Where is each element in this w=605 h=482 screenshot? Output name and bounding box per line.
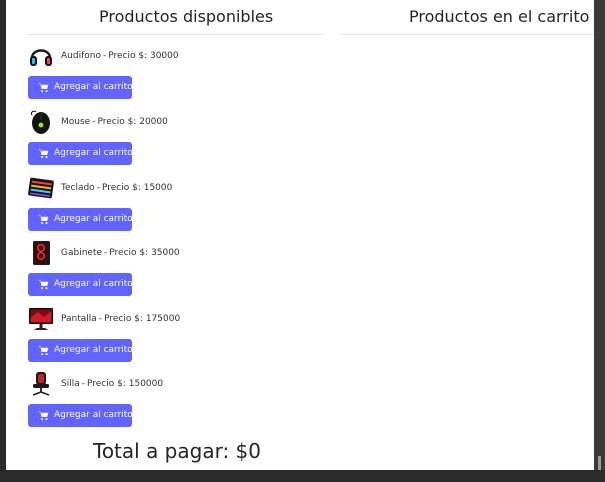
cart-icon bbox=[38, 214, 49, 225]
add-to-cart-label: Agregar al carrito bbox=[54, 279, 133, 289]
add-to-cart-label: Agregar al carrito bbox=[54, 345, 133, 355]
product-label: Mouse - Precio $: 20000 bbox=[61, 117, 168, 127]
add-to-cart-button[interactable]: Agregar al carrito bbox=[28, 404, 133, 427]
product-item: Pantalla - Precio $: 175000 Agregar al car… bbox=[28, 306, 328, 366]
price-prefix: Precio $: bbox=[86, 379, 126, 389]
product-label: Audifono - Precio $: 30000 bbox=[61, 51, 179, 61]
product-item: Gabinete - Precio $: 35000 Agregar al carr… bbox=[28, 240, 328, 300]
add-to-cart-label: Agregar al carrito bbox=[54, 148, 133, 158]
monitor-icon bbox=[29, 308, 53, 330]
product-label: Silla - Precio $: 150000 bbox=[61, 379, 164, 389]
page: Productos disponibles Productos en el ca… bbox=[6, 0, 594, 470]
add-to-cart-button[interactable]: Agregar al carrito bbox=[28, 208, 133, 231]
product-name: Pantalla bbox=[61, 314, 97, 324]
scrollbar-thumb[interactable] bbox=[598, 456, 601, 470]
product-price: 20000 bbox=[139, 117, 168, 127]
add-to-cart-button[interactable]: Agregar al carrito bbox=[28, 339, 133, 362]
product-price: 175000 bbox=[145, 314, 181, 324]
add-to-cart-label: Agregar al carrito bbox=[54, 82, 133, 92]
product-price: 35000 bbox=[151, 248, 180, 258]
product-label: Teclado - Precio $: 15000 bbox=[61, 183, 173, 193]
product-name: Mouse bbox=[61, 117, 91, 127]
product-price: 150000 bbox=[128, 379, 164, 389]
cart-icon bbox=[38, 148, 49, 159]
keyboard-icon bbox=[28, 177, 54, 199]
cart-icon bbox=[38, 410, 49, 421]
add-to-cart-button[interactable]: Agregar al carrito bbox=[28, 273, 133, 296]
product-item: Audifono - Precio $: 30000 Agregar al carr… bbox=[28, 43, 328, 103]
mouse-icon bbox=[31, 110, 50, 134]
headphones-icon bbox=[30, 49, 52, 66]
divider bbox=[341, 34, 594, 35]
window-frame bbox=[0, 470, 605, 482]
add-to-cart-label: Agregar al carrito bbox=[54, 410, 133, 420]
available-products-title: Productos disponibles bbox=[99, 7, 274, 26]
total-label: Total a pagar: $0 bbox=[93, 439, 261, 463]
product-name: Audifono bbox=[61, 51, 101, 61]
price-prefix: Precio $: bbox=[97, 117, 137, 127]
price-prefix: Precio $: bbox=[104, 314, 143, 324]
add-to-cart-button[interactable]: Agregar al carrito bbox=[28, 76, 133, 99]
gaming-chair-icon bbox=[32, 372, 50, 396]
pc-case-icon bbox=[33, 241, 50, 265]
product-price: 30000 bbox=[149, 51, 179, 61]
product-item: Teclado - Precio $: 15000 Agregar al carri… bbox=[28, 175, 328, 235]
product-price: 15000 bbox=[143, 183, 173, 193]
product-item: Mouse - Precio $: 20000 Agregar al carrito bbox=[28, 109, 328, 169]
product-name: Teclado bbox=[61, 183, 95, 193]
divider bbox=[26, 34, 323, 35]
scrollbar[interactable] bbox=[594, 0, 605, 482]
cart-title: Productos en el carrito bbox=[409, 7, 590, 26]
product-label: Gabinete - Precio $: 35000 bbox=[61, 248, 180, 258]
product-name: Gabinete bbox=[61, 248, 103, 258]
cart-icon bbox=[38, 279, 49, 290]
cart-icon bbox=[38, 82, 49, 93]
add-to-cart-button[interactable]: Agregar al carrito bbox=[28, 142, 133, 165]
price-prefix: Precio $: bbox=[108, 51, 148, 61]
price-prefix: Precio $: bbox=[101, 183, 141, 193]
product-item: Silla - Precio $: 150000 Agregar al carrit… bbox=[28, 371, 328, 431]
product-name: Silla bbox=[61, 379, 80, 389]
cart-icon bbox=[38, 345, 49, 356]
product-label: Pantalla - Precio $: 175000 bbox=[61, 314, 181, 324]
price-prefix: Precio $: bbox=[109, 248, 149, 258]
add-to-cart-label: Agregar al carrito bbox=[54, 214, 133, 224]
